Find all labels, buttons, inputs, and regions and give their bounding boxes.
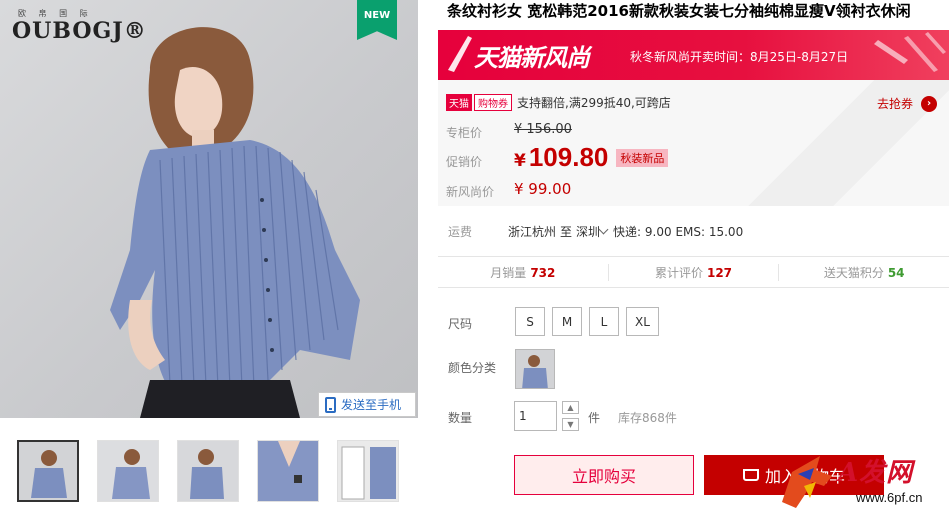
stat-value: 127 bbox=[706, 265, 733, 280]
quantity-unit: 件 bbox=[588, 411, 601, 425]
product-title: 条纹衬衫女 宽松韩范2016新款秋装女装七分袖纯棉显瘦V领衬衣休闲 bbox=[447, 2, 911, 20]
currency-symbol: ¥ bbox=[514, 151, 526, 171]
grab-coupon-label: 去抢券 bbox=[876, 97, 913, 111]
quantity-decrease-button[interactable]: ▼ bbox=[562, 418, 579, 431]
color-option-1[interactable] bbox=[515, 349, 555, 389]
stat-label: 送天猫积分 bbox=[823, 265, 884, 280]
watermark-text: A发网 bbox=[838, 458, 914, 488]
promo-time: 秋冬新风尚开卖时间：8月25日-8月27日 bbox=[630, 50, 849, 64]
stat-monthly-sales: 月销量 732 bbox=[438, 263, 609, 281]
ship-destination-select[interactable]: 深圳 bbox=[576, 223, 613, 240]
thumbnail-4[interactable] bbox=[257, 440, 319, 502]
brand-name: OUBOGJ® bbox=[12, 18, 147, 44]
thumbnail-2[interactable] bbox=[97, 440, 159, 502]
ship-to-word: 至 bbox=[560, 224, 573, 239]
size-option-xl[interactable]: XL bbox=[626, 307, 659, 336]
tmall-tag: 天猫 bbox=[446, 94, 472, 111]
price-box: 天猫 购物券 支持翻倍,满299抵40,可跨店 去抢券 › 专柜价 ¥ 156.… bbox=[438, 80, 949, 206]
thumbnail-1[interactable] bbox=[17, 440, 79, 502]
shipping-label: 运费 bbox=[448, 224, 473, 239]
quantity-increase-button[interactable]: ▲ bbox=[562, 401, 579, 414]
cart-icon bbox=[742, 469, 759, 481]
watermark-url: www.6pf.cn bbox=[856, 490, 923, 505]
thumbnail-image bbox=[178, 441, 238, 501]
horse-logo-icon bbox=[782, 456, 832, 508]
stat-label: 累计评价 bbox=[654, 265, 703, 280]
original-price-label: 专柜价 bbox=[446, 126, 483, 140]
stock-count: 库存868件 bbox=[618, 411, 677, 425]
size-options: S M L XL bbox=[515, 307, 659, 336]
coupon-tag: 购物券 bbox=[474, 94, 512, 111]
main-product-image: 欧 帛 国 际 OUBOGJ® NEW 发送至手机 bbox=[0, 0, 418, 418]
size-option-m[interactable]: M bbox=[552, 307, 582, 336]
new-price: ¥ 99.00 bbox=[514, 180, 572, 198]
stat-label: 月销量 bbox=[490, 265, 527, 280]
send-to-phone-button[interactable]: 发送至手机 bbox=[318, 392, 416, 417]
stat-points: 送天猫积分 54 bbox=[779, 264, 949, 281]
model-illustration bbox=[110, 27, 360, 418]
color-label: 颜色分类 bbox=[448, 361, 497, 375]
stats-bar: 月销量 732 累计评价 127 送天猫积分 54 bbox=[438, 256, 949, 288]
coupon-text: 支持翻倍,满299抵40,可跨店 bbox=[517, 96, 671, 110]
chevron-down-icon: ▼ bbox=[567, 420, 574, 429]
chevron-right-icon: › bbox=[921, 95, 937, 112]
size-label: 尺码 bbox=[448, 317, 473, 331]
promo-price: ¥ 109.80 秋装新品 bbox=[514, 142, 669, 173]
quantity-input[interactable]: 1 bbox=[514, 401, 557, 431]
ship-destination: 深圳 bbox=[576, 224, 601, 239]
chevron-up-icon: ▲ bbox=[567, 403, 574, 412]
stat-value: 54 bbox=[887, 265, 905, 280]
original-price: ¥ 156.00 bbox=[514, 122, 572, 137]
promo-banner[interactable]: 天猫新风尚 秋冬新风尚开卖时间：8月25日-8月27日 bbox=[438, 30, 949, 80]
shipping-fee: 快递: 9.00 EMS: 15.00 bbox=[613, 224, 744, 239]
new-price-label: 新风尚价 bbox=[446, 185, 495, 199]
quantity-label: 数量 bbox=[448, 411, 473, 425]
stat-value: 732 bbox=[530, 265, 556, 280]
site-watermark: A发网 www.6pf.cn bbox=[776, 448, 949, 515]
thumbnail-image bbox=[98, 441, 158, 501]
coupon-row: 天猫 购物券 支持翻倍,满299抵40,可跨店 bbox=[446, 94, 671, 111]
phone-icon bbox=[325, 396, 336, 413]
thumbnail-image bbox=[338, 441, 398, 501]
thumbnail-strip bbox=[0, 438, 418, 502]
grab-coupon-link[interactable]: 去抢券 › bbox=[877, 95, 937, 112]
stat-reviews[interactable]: 累计评价 127 bbox=[609, 263, 780, 281]
promo-logo: 天猫新风尚 bbox=[474, 44, 590, 72]
thumbnail-3[interactable] bbox=[177, 440, 239, 502]
brand-logo: 欧 帛 国 际 OUBOGJ® bbox=[12, 8, 152, 52]
thumbnail-5[interactable] bbox=[337, 440, 399, 502]
promo-price-tag: 秋装新品 bbox=[616, 149, 669, 167]
size-option-l[interactable]: L bbox=[589, 307, 619, 336]
chevron-down-icon bbox=[598, 224, 609, 234]
promo-price-label: 促销价 bbox=[446, 155, 483, 169]
buy-now-button[interactable]: 立即购买 bbox=[514, 455, 694, 495]
size-option-s[interactable]: S bbox=[515, 307, 545, 336]
thumbnail-image bbox=[19, 442, 77, 500]
promo-price-value: 109.80 bbox=[528, 142, 609, 172]
ship-from: 浙江杭州 bbox=[508, 224, 557, 239]
send-to-phone-label: 发送至手机 bbox=[341, 398, 402, 412]
thumbnail-image bbox=[258, 441, 318, 501]
color-swatch-image bbox=[516, 350, 554, 388]
shipping-row: 运费 浙江杭州 至 深圳 快递: 9.00 EMS: 15.00 bbox=[438, 218, 949, 244]
